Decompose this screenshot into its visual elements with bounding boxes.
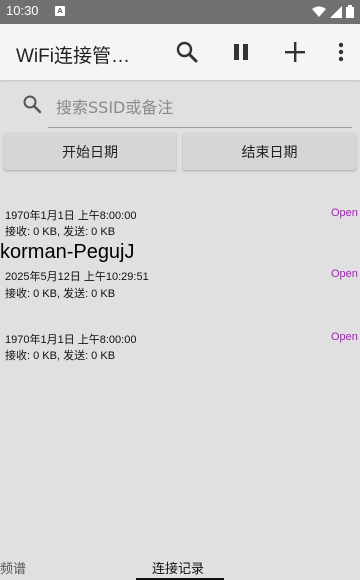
- signal-icon: [330, 5, 342, 18]
- list-item[interactable]: korman-PegujJ 2025年5月12日 上午10:29:51 Open…: [0, 241, 360, 303]
- notification-icon: A: [55, 6, 65, 16]
- add-icon: [285, 42, 305, 62]
- record-ssid: korman-PegujJ: [0, 241, 135, 263]
- record-stats: 接收: 0 KB, 发送: 0 KB: [5, 226, 116, 238]
- record-status: Open: [331, 268, 358, 280]
- bottom-nav: 频谱 连接记录: [0, 552, 360, 580]
- record-time: 1970年1月1日 上午8:00:00: [5, 210, 137, 222]
- record-time: 1970年1月1日 上午8:00:00: [5, 334, 137, 346]
- search-row: [0, 80, 360, 130]
- app-bar: WiFi连接管…: [0, 24, 360, 80]
- app-actions: [160, 24, 360, 80]
- battery-icon: [346, 5, 354, 18]
- wifi-icon: [312, 6, 326, 17]
- record-time: 2025年5月12日 上午10:29:51: [5, 271, 149, 283]
- record-stats: 接收: 0 KB, 发送: 0 KB: [5, 288, 116, 300]
- list-item[interactable]: 1970年1月1日 上午8:00:00 Open 接收: 0 KB, 发送: 0…: [0, 324, 360, 374]
- add-button[interactable]: [268, 24, 322, 80]
- more-vert-icon: [338, 42, 344, 62]
- pause-button[interactable]: [214, 24, 268, 80]
- end-date-button[interactable]: 结束日期: [183, 133, 356, 170]
- search-icon: [176, 41, 198, 63]
- status-bar: 10:30 A: [0, 0, 360, 24]
- search-field-icon: [23, 95, 42, 114]
- record-status: Open: [331, 331, 358, 343]
- record-status: Open: [331, 207, 358, 219]
- app-title: WiFi连接管…: [16, 46, 130, 67]
- more-options-button[interactable]: [322, 24, 360, 80]
- pause-icon: [234, 44, 248, 60]
- search-button[interactable]: [160, 24, 214, 80]
- search-input[interactable]: [48, 88, 352, 128]
- tab-connection-records[interactable]: 连接记录: [152, 558, 204, 577]
- tab-spectrum[interactable]: 频谱: [0, 558, 26, 577]
- record-stats: 接收: 0 KB, 发送: 0 KB: [5, 350, 116, 362]
- status-time: 10:30: [6, 3, 39, 18]
- status-icons: [312, 5, 354, 18]
- start-date-button[interactable]: 开始日期: [4, 133, 176, 170]
